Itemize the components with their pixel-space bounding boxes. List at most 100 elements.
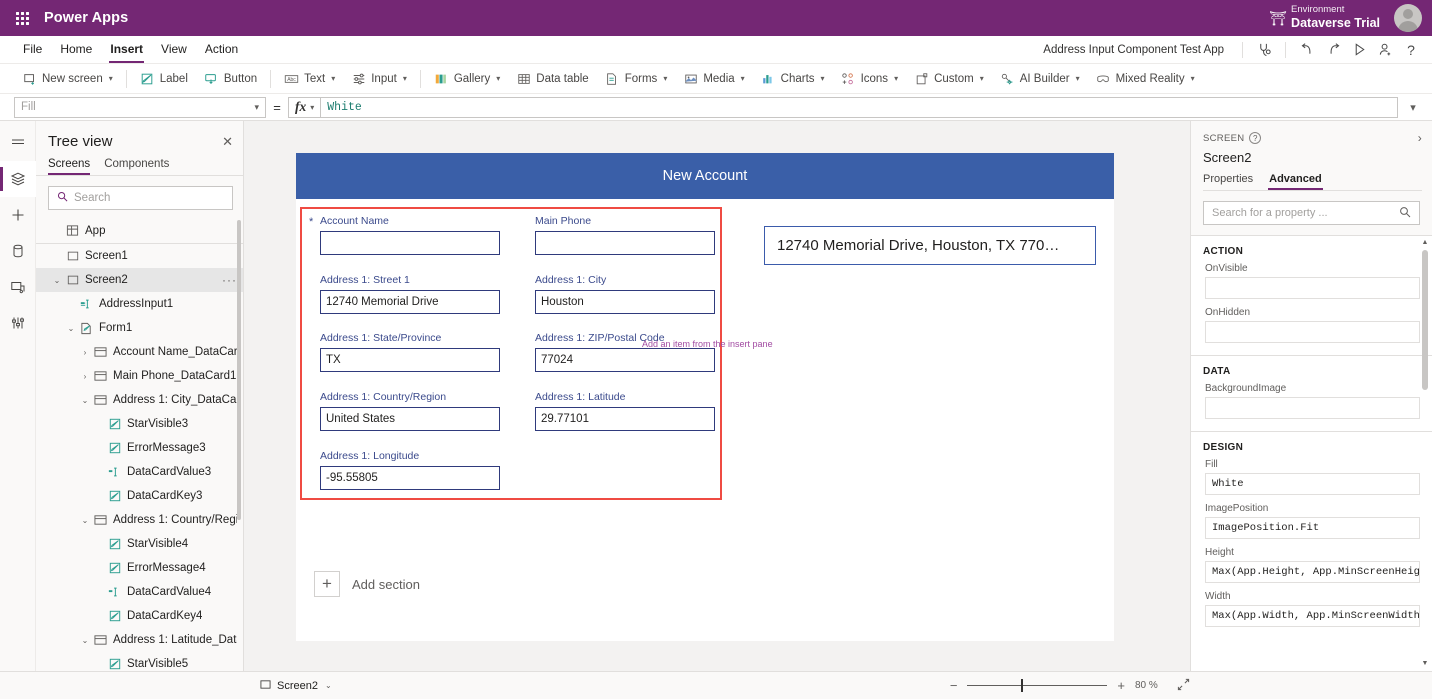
twisty-expanded[interactable]: ⌄ [78, 516, 92, 525]
tree-node-app[interactable]: App [36, 218, 243, 244]
menu-item-file[interactable]: File [14, 36, 51, 63]
formula-input[interactable]: White [321, 97, 1398, 118]
properties-scrollbar[interactable]: ▲ ▼ [1420, 238, 1430, 669]
tree-node-screen2[interactable]: ⌄ Screen2 ··· [36, 268, 243, 292]
ribbon-gallery-button[interactable]: Gallery ▾ [426, 67, 508, 91]
field-address-country-region[interactable]: Address 1: Country/Region United States [320, 391, 500, 431]
zoom-in-button[interactable]: + [1117, 679, 1125, 692]
tree-view-icon[interactable] [0, 161, 36, 197]
tree-node-address-city-datacard1[interactable]: ⌄ Address 1: City_DataCard1 [36, 388, 243, 412]
tab-advanced[interactable]: Advanced [1269, 173, 1322, 190]
twisty-collapsed[interactable]: › [78, 372, 92, 381]
ribbon-input-button[interactable]: Input ▾ [343, 67, 415, 91]
redo-icon[interactable] [1320, 38, 1346, 62]
property-value-input[interactable]: ImagePosition.Fit [1205, 517, 1420, 539]
tab-properties[interactable]: Properties [1203, 173, 1253, 190]
fit-screen-icon[interactable] [1177, 678, 1190, 694]
data-sources-icon[interactable] [0, 233, 36, 269]
scroll-down-icon[interactable]: ▼ [1420, 659, 1430, 669]
fx-button[interactable]: fx ▾ [288, 97, 321, 118]
tree-node-address-country-region-datacard1[interactable]: ⌄ Address 1: Country/Region_DataCard1 [36, 508, 243, 532]
field-main-phone[interactable]: Main Phone [535, 215, 715, 255]
tree-scrollbar-thumb[interactable] [237, 220, 241, 520]
zoom-slider[interactable] [967, 685, 1107, 686]
field-input[interactable]: -95.55805 [320, 466, 500, 490]
field-address-street-1[interactable]: Address 1: Street 1 12740 Memorial Drive [320, 274, 500, 314]
undo-icon[interactable] [1294, 38, 1320, 62]
app-checker-icon[interactable] [1251, 38, 1277, 62]
tree-node-addressinput1[interactable]: AddressInput1 [36, 292, 243, 316]
tree-node-datacardkey3[interactable]: DataCardKey3 [36, 484, 243, 508]
formula-bar-expand-chevron-down-icon[interactable]: ▾ [1398, 101, 1428, 114]
menu-item-home[interactable]: Home [51, 36, 101, 63]
scroll-up-icon[interactable]: ▲ [1420, 238, 1430, 248]
field-address-state-province[interactable]: Address 1: State/Province TX [320, 332, 500, 372]
field-input[interactable]: Houston [535, 290, 715, 314]
ribbon-new-screen-button[interactable]: New screen ▾ [14, 67, 121, 91]
field-input[interactable] [535, 231, 715, 255]
tree-node-starvisible5[interactable]: StarVisible5 [36, 652, 243, 671]
twisty-expanded[interactable]: ⌄ [50, 276, 64, 285]
help-icon[interactable]: ? [1398, 38, 1424, 62]
ribbon-label-button[interactable]: Label [132, 67, 196, 91]
property-value-input[interactable]: Max(App.Height, App.MinScreenHeight) [1205, 561, 1420, 583]
media-library-icon[interactable] [0, 269, 36, 305]
field-account-name[interactable]: * Account Name [320, 215, 500, 255]
field-input[interactable]: United States [320, 407, 500, 431]
tree-node-datacardkey4[interactable]: DataCardKey4 [36, 604, 243, 628]
twisty-expanded[interactable]: ⌄ [64, 324, 78, 333]
tree-node-list[interactable]: App Screen1 ⌄ Screen2 ··· [36, 218, 243, 671]
form1-selected-container[interactable]: * Account Name Main Phone Address 1: Str… [300, 207, 722, 500]
field-input[interactable]: TX [320, 348, 500, 372]
property-select[interactable]: Fill ▾ [14, 97, 266, 118]
waffle-grid-icon[interactable] [0, 12, 44, 25]
tree-node-form1[interactable]: ⌄ Form1 [36, 316, 243, 340]
field-input[interactable] [320, 231, 500, 255]
hamburger-menu-icon[interactable] [0, 125, 36, 161]
ribbon-data-table-button[interactable]: Data table [508, 67, 596, 91]
add-section-button[interactable]: + Add section [314, 571, 420, 597]
property-value-input[interactable] [1205, 397, 1420, 419]
ribbon-icons-button[interactable]: Icons ▾ [833, 67, 907, 91]
ribbon-charts-button[interactable]: Charts ▾ [753, 67, 833, 91]
field-input[interactable]: 77024 [535, 348, 715, 372]
tree-node-errormessage3[interactable]: ErrorMessage3 [36, 436, 243, 460]
environment-block[interactable]: Environment Dataverse Trial [1291, 5, 1394, 30]
field-address-zip-postal-code[interactable]: Address 1: ZIP/Postal Code 77024 [535, 332, 715, 372]
preview-play-icon[interactable] [1346, 38, 1372, 62]
zoom-out-button[interactable]: − [950, 679, 958, 692]
menu-item-insert[interactable]: Insert [101, 36, 152, 63]
tree-node-main-phone-datacard1[interactable]: › Main Phone_DataCard1 [36, 364, 243, 388]
tree-node-starvisible3[interactable]: StarVisible3 [36, 412, 243, 436]
ribbon-custom-button[interactable]: Custom ▾ [906, 67, 992, 91]
tree-node-datacardvalue3[interactable]: DataCardValue3 [36, 460, 243, 484]
app-screen-canvas[interactable]: New Account * Account Name Ma [296, 153, 1114, 641]
tree-node-starvisible4[interactable]: StarVisible4 [36, 532, 243, 556]
tree-node-more-icon[interactable]: ··· [218, 274, 237, 286]
tab-screens[interactable]: Screens [48, 158, 90, 175]
field-address-city[interactable]: Address 1: City Houston [535, 274, 715, 314]
share-icon[interactable] [1372, 38, 1398, 62]
property-value-input[interactable] [1205, 277, 1420, 299]
property-search-input[interactable]: Search for a property ... [1203, 201, 1420, 225]
close-icon[interactable]: ✕ [222, 135, 233, 148]
help-circle-icon[interactable]: ? [1249, 132, 1261, 144]
user-avatar[interactable] [1394, 4, 1422, 32]
address-input-control[interactable]: 12740 Memorial Drive, Houston, TX 770… [764, 226, 1096, 265]
canvas-area[interactable]: New Account * Account Name Ma [244, 121, 1190, 671]
zoom-slider-thumb[interactable] [1021, 679, 1023, 692]
status-screen-selector[interactable]: Screen2 ⌄ [260, 679, 332, 693]
tree-node-address-latitude-datacard1[interactable]: ⌄ Address 1: Latitude_DataCard1 [36, 628, 243, 652]
tree-node-account-name-datacard1[interactable]: › Account Name_DataCard1 [36, 340, 243, 364]
ribbon-button-button[interactable]: Button [196, 67, 265, 91]
ribbon-ai-builder-button[interactable]: AI Builder ▾ [992, 67, 1088, 91]
twisty-collapsed[interactable]: › [78, 348, 92, 357]
menu-item-view[interactable]: View [152, 36, 196, 63]
chevron-right-icon[interactable]: › [1418, 131, 1422, 145]
menu-item-action[interactable]: Action [196, 36, 247, 63]
property-value-input[interactable]: White [1205, 473, 1420, 495]
properties-scrollbar-thumb[interactable] [1422, 250, 1428, 390]
tree-node-datacardvalue4[interactable]: DataCardValue4 [36, 580, 243, 604]
ribbon-text-button[interactable]: Abc Text ▾ [276, 67, 343, 91]
tree-node-errormessage4[interactable]: ErrorMessage4 [36, 556, 243, 580]
